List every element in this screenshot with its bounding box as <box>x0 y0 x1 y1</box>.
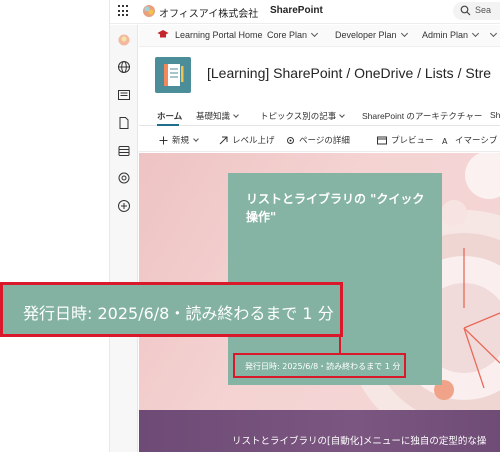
site-nav-home[interactable]: ホーム <box>157 110 182 122</box>
site-nav-architecture[interactable]: SharePoint のアーキテクチャー <box>362 110 482 122</box>
site-nav-topics[interactable]: トピックス別の記事 <box>260 110 346 122</box>
news-icon[interactable] <box>117 88 131 102</box>
graduation-cap-icon <box>157 30 169 38</box>
site-nav-label: 基礎知識 <box>196 111 231 121</box>
hub-item-label: Admin Plan <box>422 30 469 40</box>
suite-bar: オフィスアイ株式会社 SharePoint Sea <box>110 0 500 24</box>
hub-item-label: Developer Plan <box>335 30 397 40</box>
page-details-label: ページの詳細 <box>299 135 350 145</box>
org-name[interactable]: オフィスアイ株式会社 <box>159 5 258 20</box>
preview-button[interactable]: プレビュー <box>377 134 434 146</box>
level-up-button[interactable]: レベル上げ <box>219 134 275 146</box>
search-box[interactable]: Sea <box>453 2 500 20</box>
immersive-reader-icon: A <box>442 137 448 146</box>
hub-item-admin-plan[interactable]: Admin Plan <box>422 29 480 40</box>
chevron-down-icon <box>489 29 498 38</box>
search-placeholder: Sea <box>475 5 492 15</box>
svg-text:A: A <box>442 137 448 145</box>
app-name[interactable]: SharePoint <box>270 5 323 16</box>
active-tab-indicator <box>157 124 179 126</box>
site-navigation: ホーム 基礎知識 トピックス別の記事 SharePoint のアーキテクチャー … <box>139 104 500 126</box>
add-icon[interactable] <box>117 199 131 213</box>
zoomed-published-date: 発行日時: 2025/6/8・読み終わるまで 1 分 <box>23 304 334 323</box>
level-up-label: レベル上げ <box>232 135 275 145</box>
article-body-text: リストとライブラリの[自動化]メニューに独自の定型的な操 <box>232 436 487 447</box>
hub-item-label: Core Plan <box>267 30 308 40</box>
hub-overflow-button[interactable] <box>486 29 498 40</box>
lists-icon[interactable] <box>117 144 131 158</box>
article-title: リストとライブラリの "クイック操作" <box>246 192 425 224</box>
site-logo[interactable] <box>155 57 191 93</box>
site-title[interactable]: [Learning] SharePoint / OneDrive / Lists… <box>207 65 491 81</box>
plus-icon <box>159 136 168 145</box>
new-button[interactable]: 新規 <box>159 134 199 146</box>
chevron-down-icon <box>471 29 480 38</box>
callout-connector <box>339 337 341 355</box>
left-blank-area <box>0 0 110 452</box>
immersive-reader-button[interactable]: A イマーシブ リー <box>442 134 500 146</box>
hub-home-link[interactable]: Learning Portal Home <box>175 30 263 40</box>
search-icon <box>460 5 471 16</box>
new-label: 新規 <box>172 135 190 145</box>
chevron-down-icon <box>310 29 319 38</box>
site-nav-more[interactable]: Sh <box>490 110 500 120</box>
site-nav-basics[interactable]: 基礎知識 <box>196 110 239 122</box>
app-launcher-icon[interactable] <box>118 5 130 17</box>
immersive-reader-label: イマーシブ リー <box>455 135 500 145</box>
article-published-date: 発行日時: 2025/6/8・読み終わるまで 1 分 <box>245 362 401 371</box>
gear-icon <box>287 137 294 144</box>
zoomed-callout: 発行日時: 2025/6/8・読み終わるまで 1 分 <box>0 282 343 337</box>
loop-icon[interactable] <box>117 171 131 185</box>
page-details-button[interactable]: ページの詳細 <box>286 134 350 146</box>
hub-item-developer-plan[interactable]: Developer Plan <box>335 29 408 40</box>
chevron-down-icon <box>339 112 346 118</box>
org-logo-icon <box>143 5 155 17</box>
command-bar: 新規 レベル上げ ページの詳細 プレビュー A イマーシブ リー <box>139 128 500 152</box>
hub-navigation: Learning Portal Home Core Plan Developer… <box>139 25 500 47</box>
preview-label: プレビュー <box>391 135 434 145</box>
site-nav-label: トピックス別の記事 <box>260 111 337 121</box>
chevron-down-icon <box>233 112 239 118</box>
chevron-down-icon <box>193 136 199 142</box>
home-icon[interactable] <box>117 33 131 47</box>
notebook-icon <box>164 64 184 86</box>
sharepoint-app-bar <box>110 25 138 452</box>
file-icon[interactable] <box>117 116 131 130</box>
preview-icon <box>377 136 387 145</box>
hub-item-core-plan[interactable]: Core Plan <box>267 29 319 40</box>
chevron-down-icon <box>400 29 408 38</box>
arrow-up-icon <box>219 136 228 145</box>
global-navigation-icon[interactable] <box>117 60 131 74</box>
